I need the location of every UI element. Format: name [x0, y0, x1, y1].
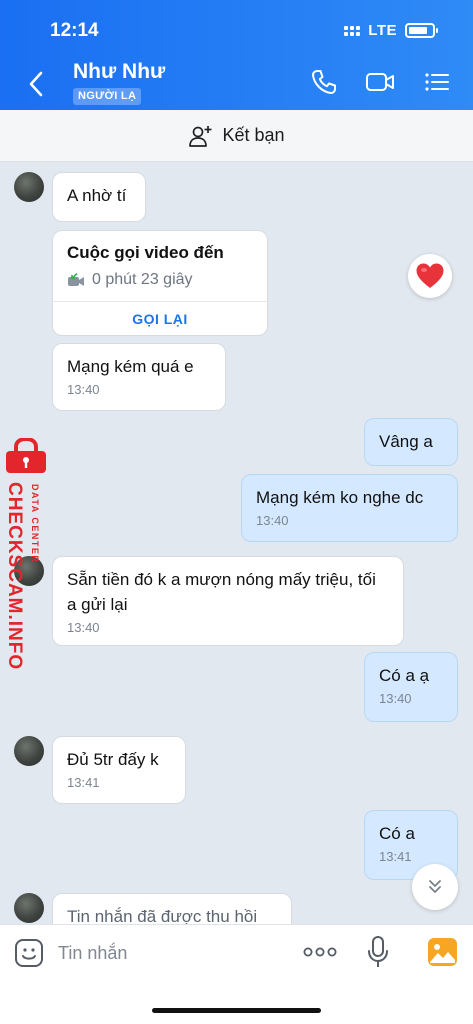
call-title: Cuộc gọi video đến: [67, 243, 224, 262]
heart-icon: [416, 263, 444, 288]
watermark-subtext: DATA CENTER: [30, 484, 40, 564]
message-text: Mạng kém quá e: [67, 357, 194, 376]
message-text: Mạng kém ko nghe dc: [256, 488, 424, 507]
message-text: Có a: [379, 824, 415, 843]
add-friend-button[interactable]: Kết bạn: [0, 110, 473, 162]
message-bubble[interactable]: Tin nhắn đã được thu hồi: [52, 893, 292, 924]
avatar[interactable]: [14, 893, 44, 923]
incoming-video-icon: [68, 273, 84, 286]
message-time: 13:40: [67, 382, 100, 397]
message-bubble[interactable]: A nhờ tí: [52, 172, 146, 222]
message-text: Tin nhắn đã được thu hồi: [67, 907, 258, 924]
message-time: 13:40: [256, 513, 289, 528]
message-bubble[interactable]: Có a ạ 13:40: [364, 652, 458, 722]
lock-icon: [6, 438, 46, 473]
message-bubble[interactable]: Vâng a: [364, 418, 458, 466]
message-time: 13:40: [67, 620, 100, 635]
message-text: Sẵn tiền đó k a mượn nóng mấy triệu, tối…: [67, 570, 376, 614]
status-time: 12:14: [50, 20, 99, 41]
call-back-button[interactable]: GỌI LẠI: [53, 302, 267, 335]
call-duration: 0 phút 23 giây: [92, 271, 193, 288]
message-bubble[interactable]: Đủ 5tr đấy k 13:41: [52, 736, 186, 804]
reaction-button[interactable]: [408, 254, 452, 298]
message-text: A nhờ tí: [67, 186, 127, 205]
scroll-to-bottom-button[interactable]: [412, 864, 458, 910]
message-text: Vâng a: [379, 432, 433, 451]
chat-area[interactable]: A nhờ tí Cuộc gọi video đến 0 phút 23 gi…: [0, 162, 473, 924]
message-input-bar: Tin nhắn: [0, 924, 473, 984]
signal-icon: [344, 25, 361, 36]
network-label: LTE: [368, 22, 397, 39]
message-time: 13:41: [67, 775, 100, 790]
message-time: 13:41: [379, 849, 412, 864]
add-user-icon: [189, 125, 212, 147]
contact-name[interactable]: Như Như: [73, 60, 165, 84]
avatar[interactable]: [14, 736, 44, 766]
back-icon[interactable]: [26, 70, 48, 98]
message-input[interactable]: Tin nhắn: [58, 943, 127, 964]
stranger-badge: NGƯỜI LẠ: [73, 88, 142, 105]
watermark-text: CHECKSCAM.INFO: [4, 482, 25, 671]
status-indicators: LTE: [344, 22, 438, 39]
double-chevron-down-icon: [429, 880, 441, 893]
video-call-card[interactable]: Cuộc gọi video đến 0 phút 23 giây GỌI LẠ…: [52, 230, 268, 336]
image-icon[interactable]: [427, 937, 458, 967]
microphone-icon[interactable]: [367, 935, 389, 969]
menu-icon[interactable]: [421, 66, 453, 98]
video-call-icon[interactable]: [364, 66, 396, 98]
home-area: [0, 984, 473, 1024]
message-bubble[interactable]: Mạng kém quá e 13:40: [52, 343, 226, 411]
sticker-icon[interactable]: [14, 938, 44, 968]
add-friend-label: Kết bạn: [222, 125, 285, 145]
battery-icon: [405, 23, 438, 38]
phone-icon[interactable]: [308, 66, 340, 98]
chat-header: 12:14 LTE Như Như NGƯỜI LẠ: [0, 0, 473, 110]
more-icon[interactable]: [303, 945, 337, 959]
call-duration-row: 0 phút 23 giây: [67, 271, 193, 289]
message-bubble[interactable]: Mạng kém ko nghe dc 13:40: [241, 474, 458, 542]
message-time: 13:40: [379, 691, 412, 706]
message-text: Có a ạ: [379, 666, 430, 685]
home-indicator[interactable]: [152, 1008, 321, 1013]
message-text: Đủ 5tr đấy k: [67, 750, 159, 769]
message-bubble[interactable]: Sẵn tiền đó k a mượn nóng mấy triệu, tối…: [52, 556, 404, 646]
avatar[interactable]: [14, 172, 44, 202]
